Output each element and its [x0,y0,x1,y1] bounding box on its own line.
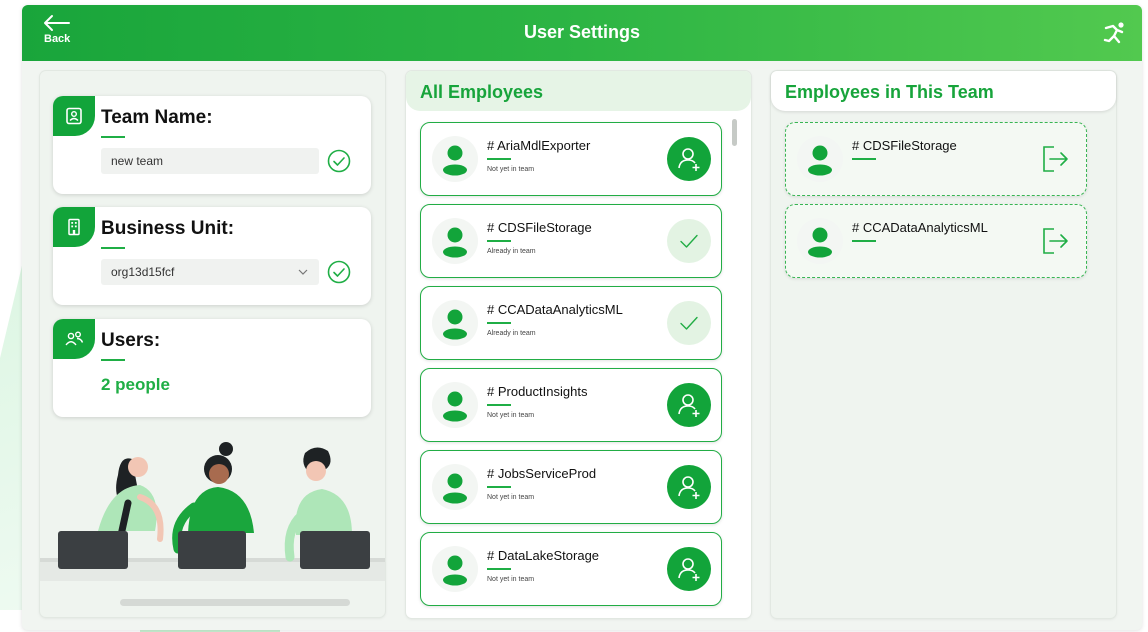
name-underline [852,158,876,160]
horizontal-scrollbar[interactable] [120,599,350,606]
person-avatar-icon [443,555,467,586]
checkmark-icon [680,234,698,248]
employee-card[interactable]: # CDSFileStorage Already in team [420,204,722,278]
avatar [432,218,478,264]
avatar [432,464,478,510]
chevron-down-icon [298,269,308,275]
business-unit-badge [53,207,95,247]
person-avatar-icon [443,473,467,504]
add-person-icon [678,148,700,171]
employee-name: # AriaMdlExporter [487,138,591,153]
add-to-team-button[interactable] [667,547,711,591]
employee-card[interactable]: # CCADataAnalyticsML Already in team [420,286,722,360]
person-avatar-icon [443,309,467,340]
person-avatar-icon [443,391,467,422]
in-team-indicator [667,219,711,263]
confirm-team-name-check-icon[interactable] [327,149,351,173]
team-details-panel: Team Name: new team Business Unit: org13 [40,71,385,617]
employee-status: Not yet in team [487,576,535,583]
avatar [432,546,478,592]
title-underline [101,247,125,249]
team-name-card: Team Name: new team [53,96,371,194]
employee-status: Already in team [487,330,536,337]
avatar [432,382,478,428]
avatar [432,300,478,346]
team-member-name: # CDSFileStorage [852,138,957,153]
checkmark-icon [680,316,698,330]
team-name-label: Team Name: [101,107,213,128]
name-underline [487,568,511,570]
employee-name: # CDSFileStorage [487,220,592,235]
add-person-icon [678,476,700,499]
name-underline [487,158,511,160]
employee-status: Not yet in team [487,166,535,173]
employee-name: # CCADataAnalyticsML [487,302,623,317]
id-card-icon [66,107,82,125]
add-person-icon [678,394,700,417]
add-to-team-button[interactable] [667,137,711,181]
users-label: Users: [101,330,161,351]
name-underline [487,322,511,324]
all-employees-panel: All Employees # AriaMdlExporter Not yet i… [406,71,751,618]
business-unit-card: Business Unit: org13d15fcf [53,207,371,305]
team-employees-panel: Employees in This Team # CDSFileStorage … [771,71,1116,618]
team-member-card: # CCADataAnalyticsML [785,204,1087,278]
avatar [797,136,843,182]
person-avatar-icon [808,227,832,258]
business-unit-value: org13d15fcf [111,265,175,279]
add-person-icon [678,558,700,581]
person-avatar-icon [443,145,467,176]
title-underline [101,136,125,138]
avatar [432,136,478,182]
employee-name: # ProductInsights [487,384,588,399]
team-employees-title: Employees in This Team [771,71,1116,111]
vertical-scrollbar[interactable] [732,119,737,146]
employee-status: Not yet in team [487,494,535,501]
team-name-badge [53,96,95,136]
exit-arrow-icon[interactable] [1040,144,1070,174]
employee-card[interactable]: # DataLakeStorage Not yet in team [420,532,722,606]
employee-name: # DataLakeStorage [487,548,600,563]
team-name-input[interactable]: new team [101,148,319,174]
employee-card[interactable]: # AriaMdlExporter Not yet in team [420,122,722,196]
confirm-business-unit-check-icon[interactable] [327,260,351,284]
app-window: Back User Settings Team Name: new team B… [22,5,1142,630]
users-icon [65,331,84,346]
business-unit-label: Business Unit: [101,218,235,239]
name-underline [487,486,511,488]
exit-arrow-icon[interactable] [1040,226,1070,256]
users-badge [53,319,95,359]
header-bar: Back User Settings [22,5,1142,61]
name-underline [487,404,511,406]
team-illustration [40,442,385,581]
users-count: 2 people [101,375,170,394]
users-card: Users: 2 people [53,319,371,417]
employee-card[interactable]: # JobsServiceProd Not yet in team [420,450,722,524]
page-title: User Settings [523,22,641,42]
business-unit-select[interactable]: org13d15fcf [101,259,319,285]
running-person-icon[interactable] [1100,19,1128,47]
in-team-indicator [667,301,711,345]
employee-status: Not yet in team [487,412,535,419]
team-member-card: # CDSFileStorage [785,122,1087,196]
add-to-team-button[interactable] [667,465,711,509]
person-avatar-icon [443,227,467,258]
all-employees-title: All Employees [406,71,751,111]
name-underline [852,240,876,242]
add-to-team-button[interactable] [667,383,711,427]
avatar [797,218,843,264]
employee-status: Already in team [487,248,536,255]
building-icon [68,218,80,236]
name-underline [487,240,511,242]
title-underline [101,359,125,361]
person-avatar-icon [808,145,832,176]
team-member-name: # CCADataAnalyticsML [852,220,988,235]
employee-name: # JobsServiceProd [487,466,597,481]
employee-card[interactable]: # ProductInsights Not yet in team [420,368,722,442]
